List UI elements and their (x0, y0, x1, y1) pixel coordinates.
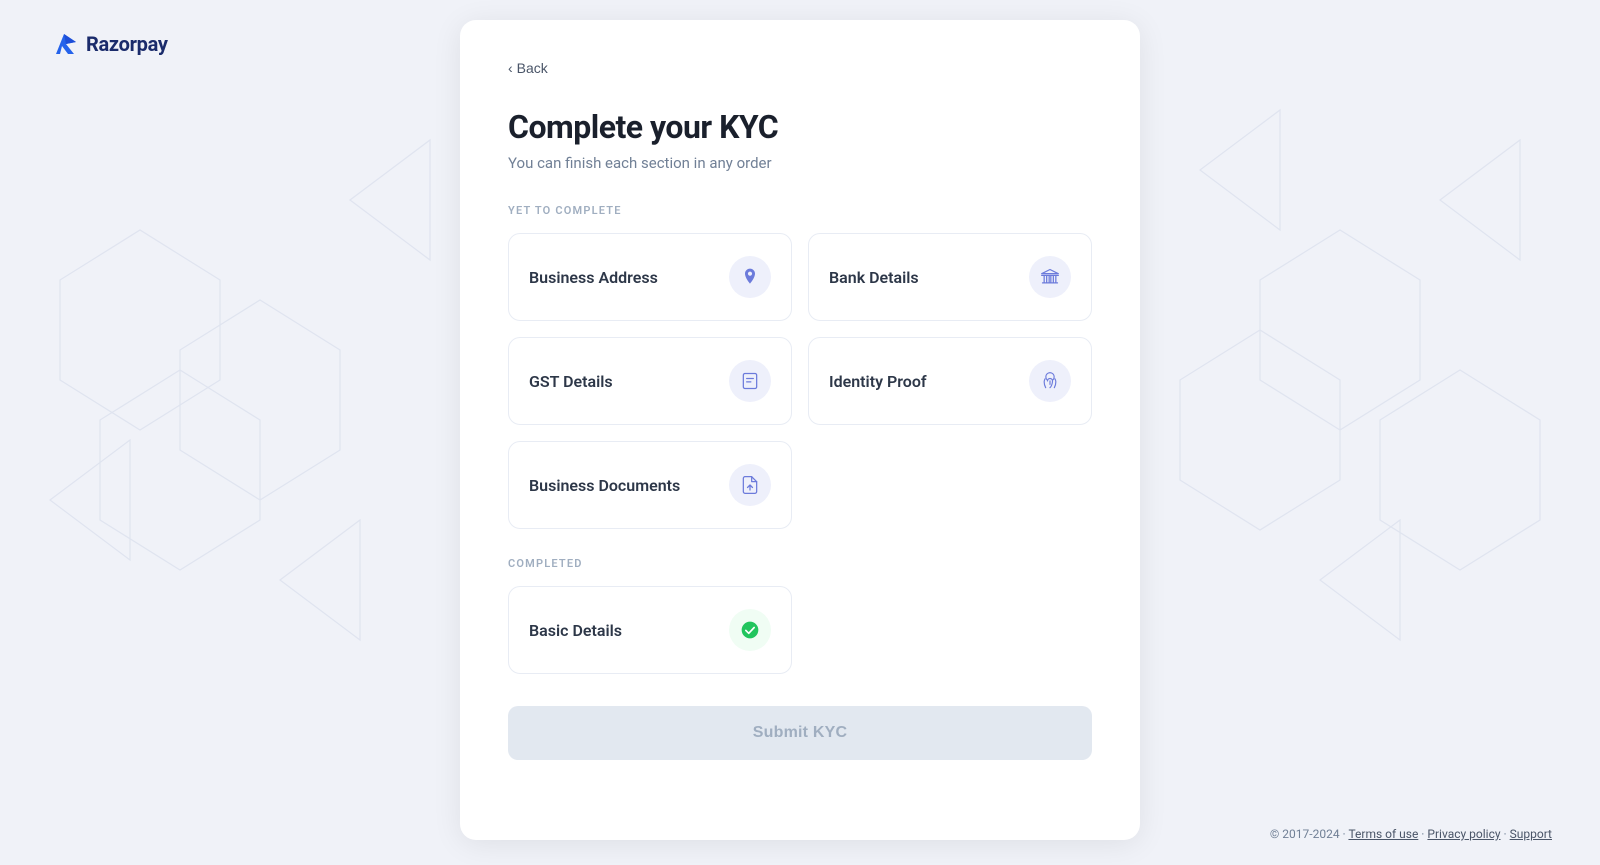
completed-label: COMPLETED (508, 557, 1092, 570)
submit-kyc-button[interactable]: Submit KYC (508, 706, 1092, 760)
completed-grid: Basic Details (508, 586, 1092, 674)
business-documents-icon-circle (729, 464, 771, 506)
business-address-icon-circle (729, 256, 771, 298)
yet-to-complete-label: YET TO COMPLETE (508, 204, 1092, 217)
identity-proof-card[interactable]: Identity Proof (808, 337, 1092, 425)
logo: Razorpay (48, 28, 168, 60)
completed-section: COMPLETED Basic Details (508, 557, 1092, 674)
kyc-card-container: ‹ Back Complete your KYC You can finish … (460, 20, 1140, 840)
location-icon (740, 267, 760, 287)
main-card-wrapper: ‹ Back Complete your KYC You can finish … (460, 20, 1140, 840)
kyc-row-3: Business Documents (508, 441, 1092, 529)
fingerprint-icon (1040, 371, 1060, 391)
back-button[interactable]: ‹ Back (508, 60, 548, 76)
business-documents-label: Business Documents (529, 476, 680, 495)
copyright-text: © 2017-2024 · (1270, 827, 1346, 841)
bank-details-label: Bank Details (829, 268, 919, 287)
basic-details-card[interactable]: Basic Details (508, 586, 792, 674)
bank-details-icon-circle (1029, 256, 1071, 298)
terms-link[interactable]: Terms of use (1348, 827, 1418, 841)
razorpay-logo-icon (48, 28, 80, 60)
privacy-link[interactable]: Privacy policy (1427, 827, 1500, 841)
business-address-card[interactable]: Business Address (508, 233, 792, 321)
footer: © 2017-2024 · Terms of use · Privacy pol… (1270, 827, 1552, 841)
business-documents-card[interactable]: Business Documents (508, 441, 792, 529)
gst-details-icon-circle (729, 360, 771, 402)
page-subtitle: You can finish each section in any order (508, 154, 1092, 172)
identity-proof-icon-circle (1029, 360, 1071, 402)
support-link[interactable]: Support (1510, 827, 1552, 841)
file-upload-icon (740, 475, 760, 495)
basic-details-icon-circle (729, 609, 771, 651)
kyc-row-2: GST Details Identity Proof (508, 337, 1092, 425)
document-icon (740, 371, 760, 391)
bank-details-card[interactable]: Bank Details (808, 233, 1092, 321)
check-circle-icon (740, 620, 760, 640)
business-address-label: Business Address (529, 268, 658, 287)
identity-proof-label: Identity Proof (829, 372, 927, 391)
basic-details-label: Basic Details (529, 621, 622, 640)
gst-details-card[interactable]: GST Details (508, 337, 792, 425)
bank-icon (1040, 267, 1060, 287)
kyc-row-1: Business Address Bank Details (508, 233, 1092, 321)
page-title: Complete your KYC (508, 108, 1092, 146)
back-label: Back (517, 60, 548, 76)
logo-text: Razorpay (86, 32, 168, 56)
gst-details-label: GST Details (529, 372, 613, 391)
back-chevron-icon: ‹ (508, 60, 513, 76)
